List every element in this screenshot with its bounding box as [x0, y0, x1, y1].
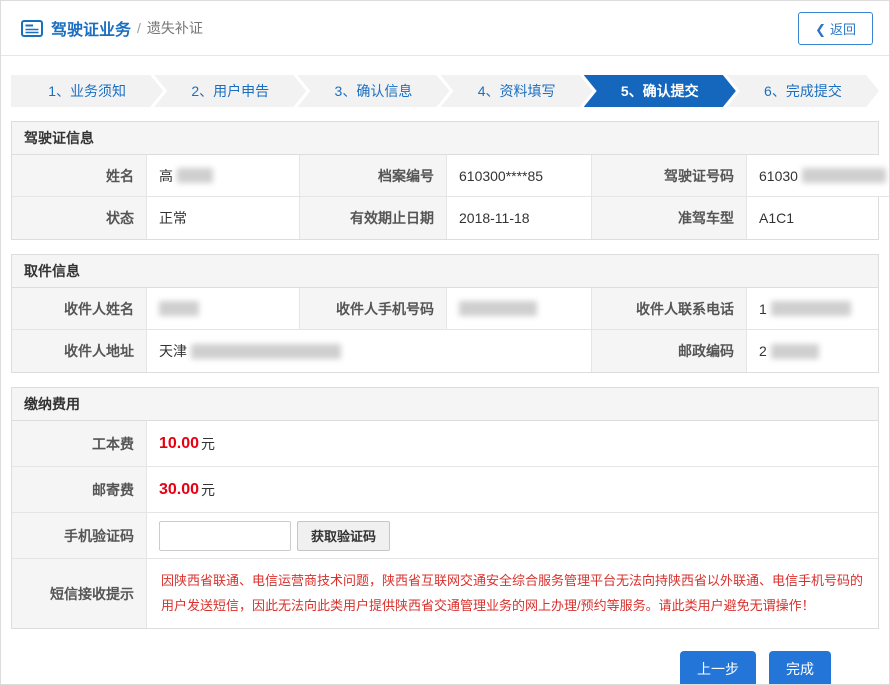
vehicle-class-label: 准驾车型	[592, 197, 747, 239]
step-2-user-declaration[interactable]: 2、用户申告	[154, 75, 306, 107]
postage-fee-unit: 元	[201, 480, 215, 500]
expiry-label: 有效期止日期	[300, 197, 447, 239]
table-row: 工本费 10.00 元	[12, 421, 878, 467]
redacted-recipient-name	[159, 301, 199, 316]
title-divider: /	[137, 20, 141, 36]
table-row: 短信接收提示 因陕西省联通、电信运营商技术问题，陕西省互联网交通安全综合服务管理…	[12, 559, 878, 628]
zip-code-text: 2	[759, 343, 767, 359]
license-section-title: 驾驶证信息	[12, 122, 878, 155]
name-value: 高	[147, 155, 300, 197]
file-number-label: 档案编号	[300, 155, 447, 197]
recipient-name-label: 收件人姓名	[12, 288, 147, 330]
recipient-address-label: 收件人地址	[12, 330, 147, 372]
license-number-value: 61030	[747, 155, 890, 197]
step-breadcrumb: 1、业务须知 2、用户申告 3、确认信息 4、资料填写 5、确认提交 6、完成提…	[1, 75, 889, 107]
step-4-fill-data[interactable]: 4、资料填写	[441, 75, 593, 107]
expiry-value: 2018-11-18	[447, 197, 592, 239]
table-row: 收件人姓名 收件人手机号码 收件人联系电话 1	[12, 288, 878, 330]
table-row: 手机验证码 获取验证码	[12, 513, 878, 559]
recipient-phone-label: 收件人联系电话	[592, 288, 747, 330]
page-header: 驾驶证业务 / 遗失补证 ❮ 返回	[1, 1, 889, 56]
prev-step-button[interactable]: 上一步	[680, 651, 756, 685]
table-row: 姓名 高 档案编号 610300****85 驾驶证号码 61030	[12, 155, 878, 197]
step-5-confirm-submit[interactable]: 5、确认提交	[584, 75, 736, 107]
page-subtitle: 遗失补证	[147, 18, 203, 38]
license-number-label: 驾驶证号码	[592, 155, 747, 197]
fees-section: 缴纳费用 工本费 10.00 元 邮寄费 30.00 元 手机验证码 获取验证码…	[11, 387, 879, 629]
sms-code-field: 获取验证码	[147, 513, 878, 559]
step-1-business-notice[interactable]: 1、业务须知	[11, 75, 163, 107]
license-number-text: 61030	[759, 168, 798, 184]
recipient-phone-text: 1	[759, 301, 767, 317]
vehicle-class-text: A1C1	[759, 210, 794, 226]
pickup-info-section: 取件信息 收件人姓名 收件人手机号码 收件人联系电话 1 收件人地址 天津	[11, 254, 879, 373]
expiry-text: 2018-11-18	[459, 210, 530, 226]
recipient-phone-value: 1	[747, 288, 878, 330]
production-fee-value: 10.00 元	[147, 421, 878, 467]
recipient-address-text: 天津	[159, 341, 187, 361]
redacted-recipient-address	[191, 344, 341, 359]
sms-notice-label: 短信接收提示	[12, 559, 147, 628]
redacted-name	[177, 168, 213, 183]
production-fee-unit: 元	[201, 434, 215, 454]
sms-notice-value: 因陕西省联通、电信运营商技术问题，陕西省互联网交通安全综合服务管理平台无法向持陕…	[147, 559, 878, 628]
zip-code-value: 2	[747, 330, 878, 372]
redacted-zip-code	[771, 344, 819, 359]
get-code-button[interactable]: 获取验证码	[297, 521, 390, 551]
status-value: 正常	[147, 197, 300, 239]
pickup-section-title: 取件信息	[12, 255, 878, 288]
license-service-page: 驾驶证业务 / 遗失补证 ❮ 返回 1、业务须知 2、用户申告 3、确认信息 4、…	[0, 0, 890, 685]
postage-fee-amount: 30.00	[159, 481, 199, 499]
status-text: 正常	[159, 208, 187, 228]
step-3-confirm-info[interactable]: 3、确认信息	[297, 75, 449, 107]
name-label: 姓名	[12, 155, 147, 197]
vehicle-class-value: A1C1	[747, 197, 878, 239]
recipient-mobile-value	[447, 288, 592, 330]
sms-notice-text: 因陕西省联通、电信运营商技术问题，陕西省互联网交通安全综合服务管理平台无法向持陕…	[161, 569, 864, 618]
footer-actions: 上一步 完成	[1, 629, 889, 685]
file-number-value: 610300****85	[447, 155, 592, 197]
fees-section-title: 缴纳费用	[12, 388, 878, 421]
back-button[interactable]: ❮ 返回	[798, 12, 873, 45]
license-info-section: 驾驶证信息 姓名 高 档案编号 610300****85 驾驶证号码 61030…	[11, 121, 879, 240]
recipient-address-value: 天津	[147, 330, 592, 372]
license-card-icon	[21, 20, 43, 37]
page-title: 驾驶证业务	[51, 16, 131, 40]
redacted-recipient-phone	[771, 301, 851, 316]
production-fee-label: 工本费	[12, 421, 147, 467]
redacted-recipient-mobile	[459, 301, 537, 316]
sms-code-input[interactable]	[159, 521, 291, 551]
sms-code-label: 手机验证码	[12, 513, 147, 559]
redacted-license-number	[802, 168, 886, 183]
recipient-mobile-label: 收件人手机号码	[300, 288, 447, 330]
back-arrow-icon: ❮	[815, 22, 826, 37]
recipient-name-value	[147, 288, 300, 330]
status-label: 状态	[12, 197, 147, 239]
table-row: 收件人地址 天津 邮政编码 2	[12, 330, 878, 372]
name-text: 高	[159, 166, 173, 186]
back-label: 返回	[830, 22, 856, 37]
finish-button[interactable]: 完成	[769, 651, 831, 685]
postage-fee-value: 30.00 元	[147, 467, 878, 513]
file-number-text: 610300****85	[459, 168, 543, 184]
zip-code-label: 邮政编码	[592, 330, 747, 372]
table-row: 邮寄费 30.00 元	[12, 467, 878, 513]
table-row: 状态 正常 有效期止日期 2018-11-18 准驾车型 A1C1	[12, 197, 878, 239]
step-6-complete-submit[interactable]: 6、完成提交	[727, 75, 879, 107]
production-fee-amount: 10.00	[159, 435, 199, 453]
postage-fee-label: 邮寄费	[12, 467, 147, 513]
